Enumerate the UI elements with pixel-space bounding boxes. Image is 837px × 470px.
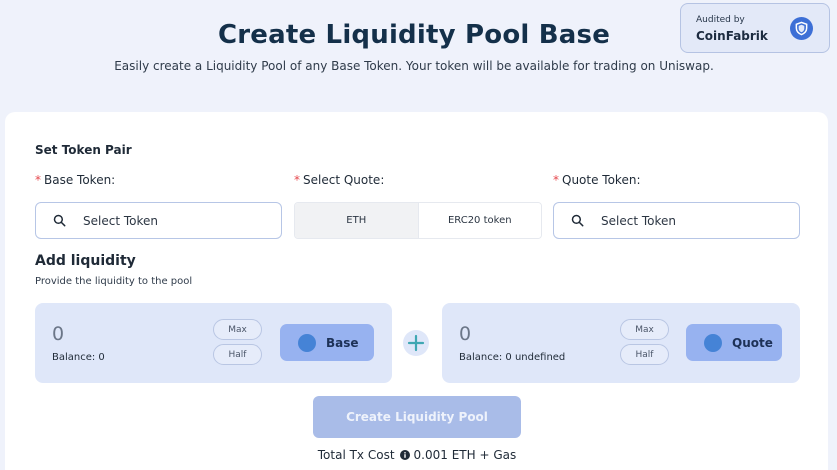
base-token-select[interactable]: Select Token (35, 202, 282, 239)
quote-balance: Balance: 0 undefined (459, 352, 566, 363)
shield-icon (790, 17, 813, 40)
quote-token-label: * Quote Token: (553, 173, 640, 187)
plus-icon (403, 330, 429, 356)
base-token-placeholder: Select Token (83, 213, 158, 228)
pool-form-card: Set Token Pair * Base Token: * Select Quot… (5, 112, 828, 470)
quote-token-button[interactable]: Quote (686, 324, 782, 361)
page-header: Create Liquidity Pool Base Easily create… (0, 0, 837, 112)
create-liquidity-pool-button[interactable]: Create Liquidity Pool (313, 396, 521, 438)
quote-token-label-text: Quote Token: (562, 173, 641, 187)
base-amount-input[interactable]: 0 (52, 323, 64, 345)
token-logo-icon (704, 333, 722, 352)
search-icon (53, 214, 66, 227)
required-mark: * (35, 173, 41, 187)
base-token-label-text: Base Token: (44, 173, 116, 187)
required-mark: * (553, 173, 559, 187)
base-token-button-label: Base (326, 335, 359, 350)
tx-cost: Total Tx Cost 0.001 ETH + Gas (313, 448, 521, 462)
page-subtitle: Easily create a Liquidity Pool of any Ba… (114, 59, 714, 73)
required-mark: * (294, 173, 300, 187)
audit-name: CoinFabrik (696, 29, 768, 43)
token-logo-icon (298, 333, 316, 352)
select-quote-label-text: Select Quote: (303, 173, 385, 187)
quote-token-button-label: Quote (732, 335, 773, 350)
quote-option-erc20[interactable]: ERC20 token (417, 203, 541, 238)
add-liquidity-subtitle: Provide the liquidity to the pool (35, 276, 193, 287)
quote-option-eth[interactable]: ETH (295, 203, 418, 238)
base-liquidity-panel: 0 Balance: 0 Max Half Base (35, 303, 392, 383)
base-token-label: * Base Token: (35, 173, 115, 187)
quote-token-placeholder: Select Token (601, 213, 676, 228)
tx-cost-value: 0.001 ETH + Gas (413, 448, 517, 462)
set-token-pair-label: Set Token Pair (35, 143, 132, 157)
quote-liquidity-panel: 0 Balance: 0 undefined Max Half Quote (442, 303, 800, 383)
base-token-button[interactable]: Base (280, 324, 374, 361)
audit-badge[interactable]: Audited by CoinFabrik (680, 3, 830, 53)
base-half-button[interactable]: Half (213, 344, 262, 365)
base-balance: Balance: 0 (52, 352, 105, 363)
add-liquidity-title: Add liquidity (35, 253, 136, 269)
quote-amount-input[interactable]: 0 (459, 323, 471, 345)
quote-type-toggle: ETH ERC20 token (294, 202, 542, 239)
quote-token-select[interactable]: Select Token (553, 202, 800, 239)
search-icon (571, 214, 584, 227)
select-quote-label: * Select Quote: (294, 173, 384, 187)
info-icon[interactable] (399, 450, 410, 460)
audit-label: Audited by (696, 15, 745, 25)
quote-half-button[interactable]: Half (620, 344, 669, 365)
base-max-button[interactable]: Max (213, 319, 262, 340)
tx-cost-label: Total Tx Cost (317, 448, 395, 462)
quote-max-button[interactable]: Max (620, 319, 669, 340)
